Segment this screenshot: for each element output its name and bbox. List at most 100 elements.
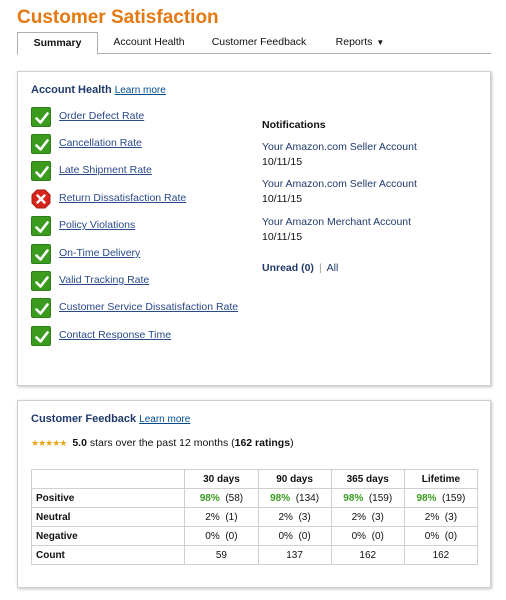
table-cell: 0% (0) bbox=[330, 526, 405, 546]
health-metric-link[interactable]: Policy Violations bbox=[59, 219, 135, 231]
rating-summary-end: ) bbox=[290, 437, 294, 449]
customer-feedback-learn-more-link[interactable]: Learn more bbox=[139, 414, 190, 425]
notification-sender: Your Amazon.com Seller Account bbox=[262, 141, 417, 153]
table-cell: 2% (3) bbox=[403, 507, 479, 527]
error-x-icon bbox=[31, 189, 51, 209]
cell-percent: 2% bbox=[424, 511, 440, 523]
cell-percent: 2% bbox=[278, 511, 293, 523]
account-health-heading: Account Health Learn more bbox=[31, 84, 166, 96]
checkmark-icon bbox=[31, 298, 51, 318]
cell-percent: 98% bbox=[270, 492, 291, 504]
cell-percent: 2% bbox=[205, 511, 220, 523]
tab-reports-label: Reports bbox=[335, 36, 373, 48]
star-rating-icon: ★★★★★ bbox=[31, 438, 67, 448]
page-title: Customer Satisfaction bbox=[17, 7, 219, 28]
health-metric-link[interactable]: Customer Service Dissatisfaction Rate bbox=[59, 301, 238, 313]
tab-reports[interactable]: Reports ▼ bbox=[325, 32, 395, 54]
column-header: 365 days bbox=[330, 469, 405, 489]
rating-score: 5.0 bbox=[72, 437, 87, 449]
cell-percent: 0% bbox=[278, 530, 293, 542]
all-filter-link[interactable]: All bbox=[327, 262, 339, 274]
account-health-panel: Account Health Learn more Order Defect Ra… bbox=[17, 71, 491, 386]
table-row: Neutral 2% (1) 2% (3) 2% (3) 2% (3) bbox=[30, 507, 479, 527]
notification-item[interactable]: Your Amazon.com Seller Account 10/11/15 bbox=[262, 177, 417, 207]
notification-sender: Your Amazon.com Seller Account bbox=[262, 178, 417, 190]
cell-percent: 0% bbox=[424, 530, 440, 542]
health-metric-link[interactable]: Valid Tracking Rate bbox=[59, 274, 149, 286]
notifications-title: Notifications bbox=[262, 119, 326, 131]
filter-separator: | bbox=[318, 262, 322, 274]
rating-count: 162 ratings bbox=[234, 437, 291, 449]
checkmark-icon bbox=[31, 161, 51, 181]
cell-count: (3) bbox=[444, 511, 458, 523]
cell-percent: 162 bbox=[359, 549, 377, 561]
table-cell: 59 bbox=[184, 545, 259, 565]
tab-customer-feedback-label: Customer Feedback bbox=[211, 36, 307, 48]
row-label: Negative bbox=[30, 526, 186, 546]
notification-sender: Your Amazon Merchant Account bbox=[262, 216, 412, 228]
table-cell: 98% (159) bbox=[330, 488, 405, 508]
tab-account-health[interactable]: Account Health bbox=[105, 32, 193, 54]
customer-feedback-heading: Customer Feedback Learn more bbox=[31, 413, 190, 425]
notification-item[interactable]: Your Amazon Merchant Account 10/11/15 bbox=[262, 215, 411, 245]
tab-account-health-label: Account Health bbox=[113, 36, 185, 48]
cell-percent: 137 bbox=[286, 549, 303, 561]
table-cell: 0% (0) bbox=[257, 526, 332, 546]
customer-feedback-title: Customer Feedback bbox=[31, 413, 137, 425]
table-cell: 162 bbox=[330, 545, 405, 565]
notification-date: 10/11/15 bbox=[262, 156, 303, 168]
row-label: Neutral bbox=[30, 507, 186, 527]
cell-percent: 98% bbox=[416, 492, 437, 504]
customer-feedback-panel: Customer Feedback Learn more ★★★★★ 5.0 sta… bbox=[17, 400, 491, 588]
feedback-table-header: 30 days 90 days 365 days Lifetime bbox=[30, 469, 479, 489]
tab-customer-feedback[interactable]: Customer Feedback bbox=[205, 32, 313, 54]
rating-summary: ★★★★★ 5.0 stars over the past 12 months (… bbox=[31, 437, 294, 449]
chevron-down-icon: ▼ bbox=[376, 38, 385, 47]
health-metric-link[interactable]: On-Time Delivery bbox=[59, 247, 140, 259]
cell-percent: 162 bbox=[432, 549, 450, 561]
column-header: 30 days bbox=[184, 469, 259, 489]
notification-date: 10/11/15 bbox=[262, 231, 303, 243]
cell-count: (0) bbox=[298, 530, 311, 542]
unread-filter-link[interactable]: Unread (0) bbox=[262, 262, 314, 274]
table-cell: 0% (0) bbox=[184, 526, 259, 546]
health-metric-link[interactable]: Order Defect Rate bbox=[59, 110, 144, 122]
notifications-filter: Unread (0) | All bbox=[262, 262, 338, 274]
notification-date: 10/11/15 bbox=[262, 193, 303, 205]
health-metric-link[interactable]: Cancellation Rate bbox=[59, 137, 142, 149]
table-cell: 2% (1) bbox=[184, 507, 259, 527]
tab-bar: Summary Account Health Customer Feedback… bbox=[17, 32, 491, 55]
checkmark-icon bbox=[31, 271, 51, 291]
column-header: 90 days bbox=[257, 469, 332, 489]
cell-count: (58) bbox=[225, 492, 244, 504]
cell-count: (159) bbox=[368, 492, 393, 504]
checkmark-icon bbox=[31, 326, 51, 346]
feedback-table: 30 days 90 days 365 days Lifetime Positi… bbox=[30, 469, 479, 565]
column-header: Lifetime bbox=[403, 469, 479, 489]
table-cell: 2% (3) bbox=[330, 507, 405, 527]
cell-count: (0) bbox=[371, 530, 384, 542]
table-row: Positive 98% (58) 98% (134) 98% (159) 98% (1… bbox=[30, 488, 479, 508]
table-row: Negative 0% (0) 0% (0) 0% (0) 0% (0) bbox=[30, 526, 479, 546]
row-label: Count bbox=[30, 545, 186, 565]
notification-item[interactable]: Your Amazon.com Seller Account 10/11/15 bbox=[262, 140, 417, 170]
account-health-learn-more-link[interactable]: Learn more bbox=[115, 85, 166, 96]
table-cell: 98% (58) bbox=[184, 488, 259, 508]
account-health-title: Account Health bbox=[31, 84, 112, 96]
table-cell: 98% (134) bbox=[257, 488, 332, 508]
cell-count: (0) bbox=[444, 530, 458, 542]
health-metric-link[interactable]: Contact Response Time bbox=[59, 329, 171, 341]
tab-summary[interactable]: Summary bbox=[17, 32, 98, 55]
table-cell: 162 bbox=[403, 545, 479, 565]
cell-percent: 98% bbox=[199, 492, 220, 504]
checkmark-icon bbox=[31, 107, 51, 127]
feedback-table-body: Positive 98% (58) 98% (134) 98% (159) 98% (1… bbox=[30, 488, 479, 565]
health-metric-link[interactable]: Return Dissatisfaction Rate bbox=[59, 192, 186, 204]
health-metric-link[interactable]: Late Shipment Rate bbox=[59, 164, 152, 176]
cell-percent: 98% bbox=[343, 492, 364, 504]
table-cell: 0% (0) bbox=[403, 526, 479, 546]
table-cell: 2% (3) bbox=[257, 507, 332, 527]
cell-count: (3) bbox=[371, 511, 384, 523]
cell-percent: 0% bbox=[205, 530, 220, 542]
column-header bbox=[30, 469, 186, 489]
